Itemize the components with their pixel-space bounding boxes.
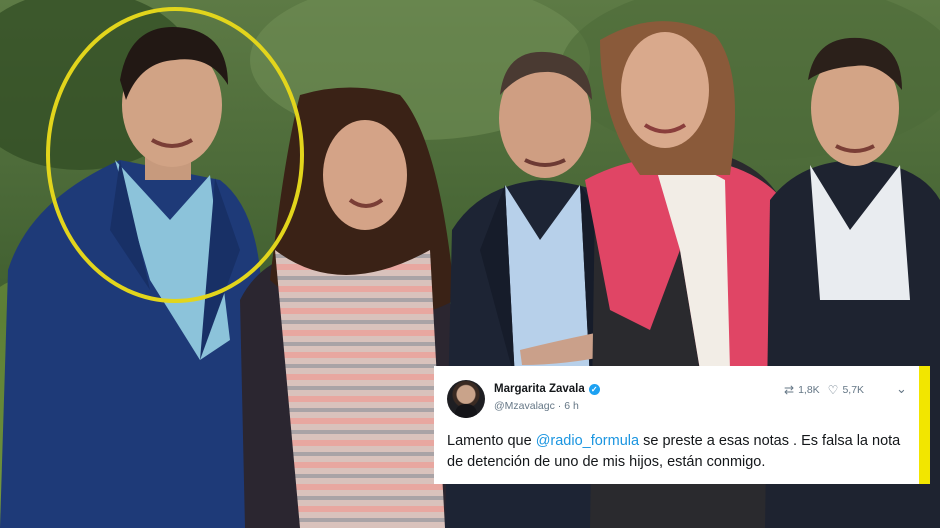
separator: · (557, 400, 562, 412)
tweet-stats: ⇄ 1,8K ♡ 5,7K (784, 384, 864, 396)
tweet-accent-bar (919, 366, 930, 484)
retweet-count: 1,8K (798, 384, 820, 396)
retweet-button[interactable]: ⇄ 1,8K (784, 384, 820, 396)
tweet-time[interactable]: 6 h (564, 400, 579, 412)
tweet-text-before: Lamento que (447, 433, 536, 449)
author-row: Margarita Zavala ✓ (494, 383, 600, 395)
avatar[interactable] (447, 380, 485, 418)
chevron-down-icon[interactable]: ⌄ (896, 381, 907, 397)
like-count: 5,7K (842, 384, 865, 396)
author-name[interactable]: Margarita Zavala (494, 383, 585, 395)
author-handle[interactable]: @Mzavalagc (494, 400, 555, 412)
handle-row: @Mzavalagc · 6 h (494, 400, 579, 412)
like-button[interactable]: ♡ 5,7K (828, 384, 864, 396)
verified-badge-icon: ✓ (588, 383, 600, 395)
heart-icon: ♡ (827, 383, 839, 397)
mention-link[interactable]: @radio_formula (536, 433, 639, 449)
tweet-card: Margarita Zavala ✓ @Mzavalagc · 6 h ⇄ 1,… (434, 366, 930, 484)
tweet-text: Lamento que @radio_formula se preste a e… (447, 431, 912, 473)
retweet-icon: ⇄ (784, 383, 795, 397)
